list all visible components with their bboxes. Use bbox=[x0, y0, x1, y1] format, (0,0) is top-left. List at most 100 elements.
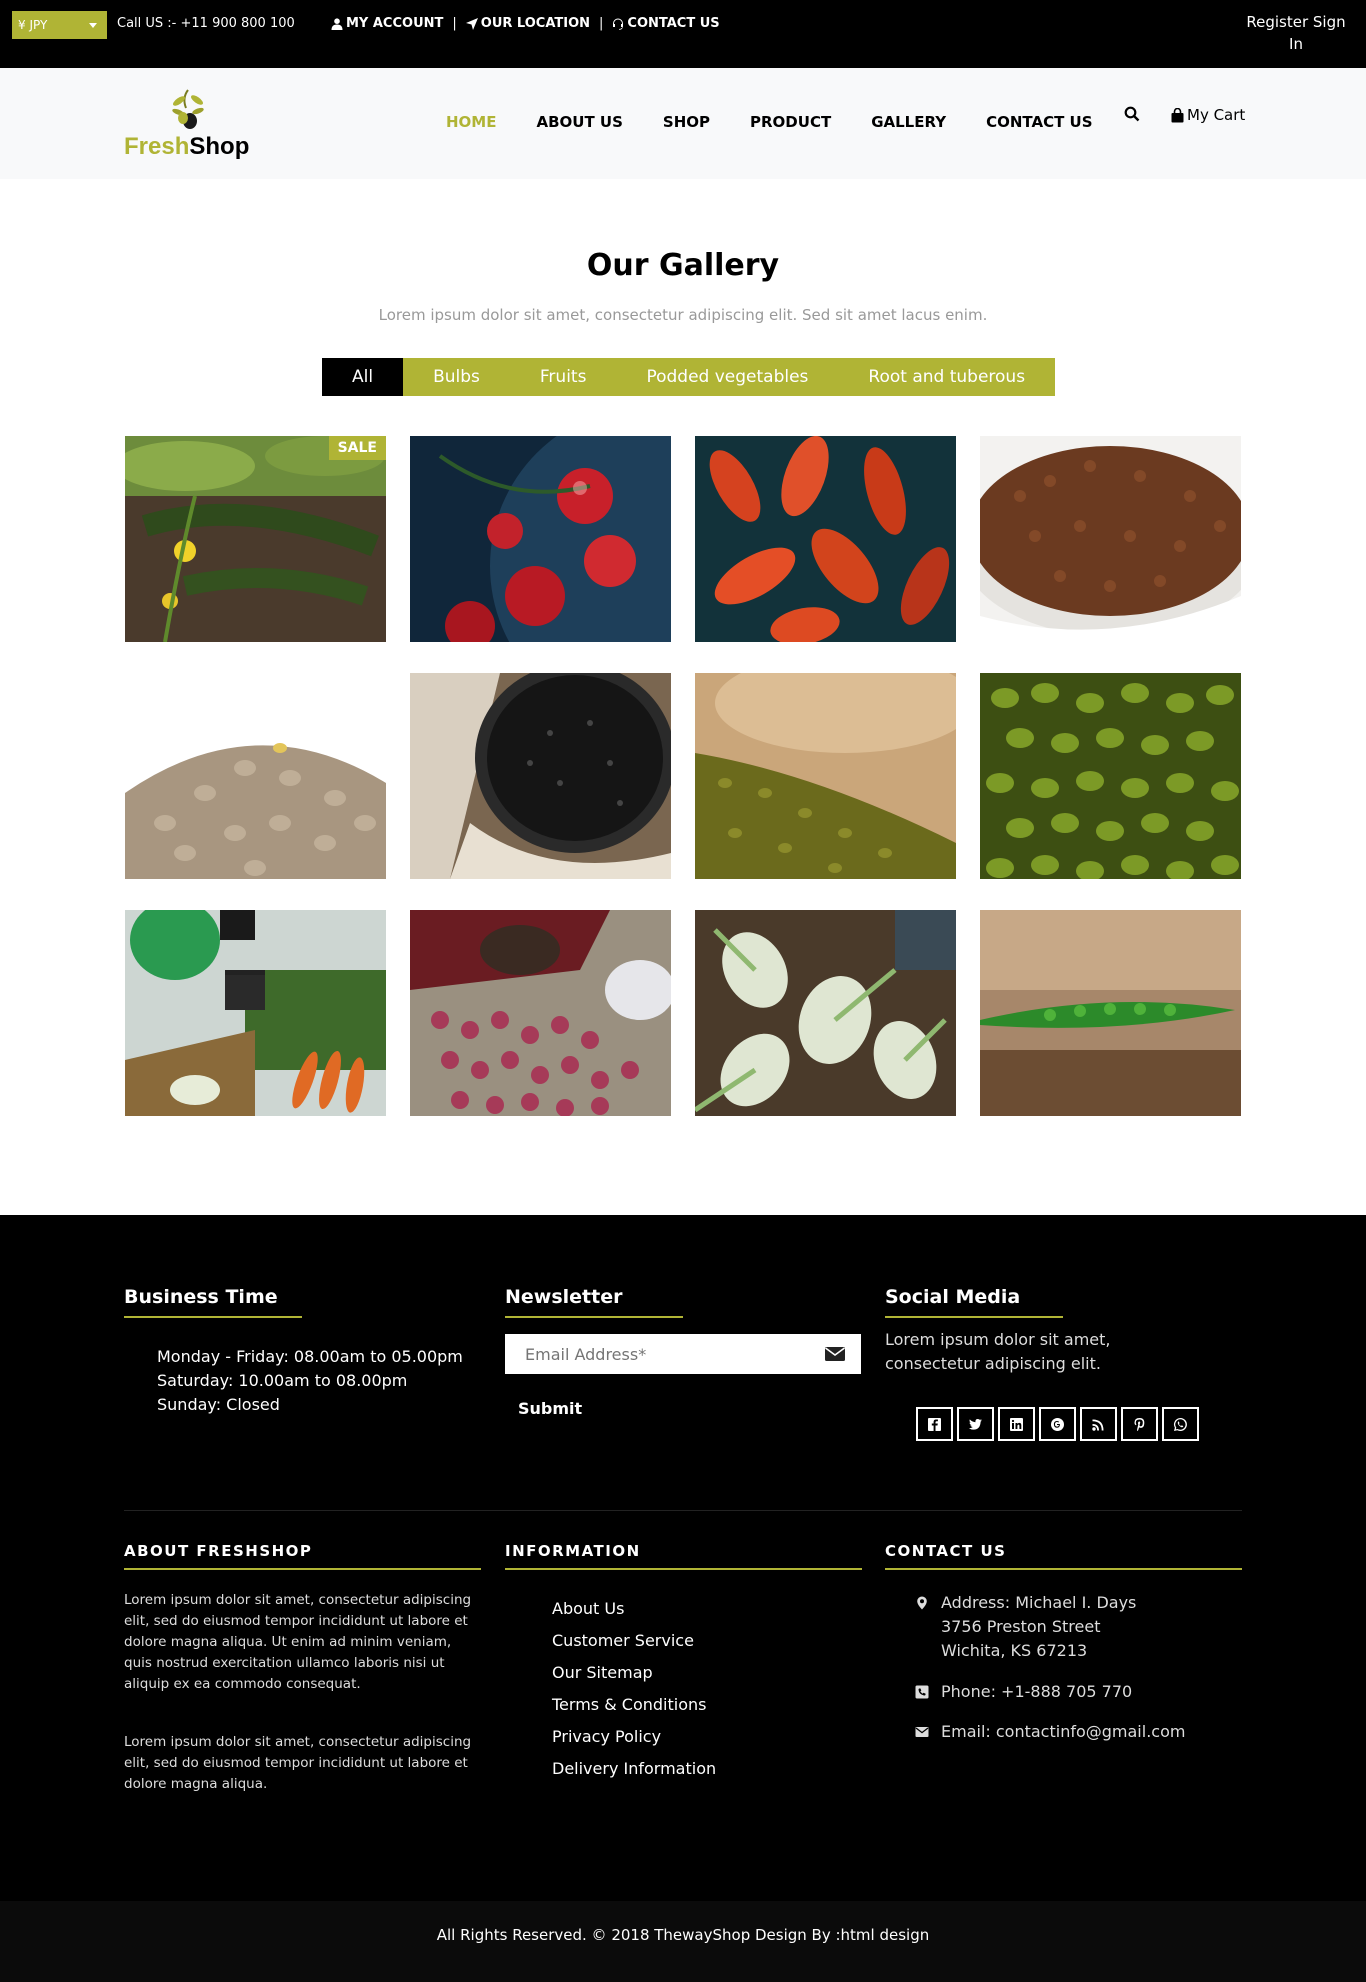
nav-home[interactable]: HOME bbox=[446, 113, 496, 131]
rss-icon[interactable] bbox=[1080, 1407, 1117, 1441]
nav-about-us[interactable]: ABOUT US bbox=[536, 113, 622, 131]
gallery-image-market-vegetables[interactable] bbox=[125, 910, 386, 1116]
search-icon[interactable] bbox=[1124, 106, 1140, 122]
my-account-link[interactable]: MY ACCOUNT bbox=[331, 16, 443, 31]
newsletter-form bbox=[505, 1334, 861, 1374]
logo-fresh: Fresh bbox=[124, 133, 190, 160]
gallery-subtitle: Lorem ipsum dolor sit amet, consectetur … bbox=[378, 306, 988, 324]
our-location-label: OUR LOCATION bbox=[480, 16, 591, 31]
gallery-image-pea-pod[interactable] bbox=[980, 910, 1241, 1116]
location-arrow-icon bbox=[465, 17, 478, 30]
logo-wordmark: FreshShop bbox=[124, 133, 249, 161]
contact-email-text[interactable]: Email: contactinfo@gmail.com bbox=[941, 1720, 1185, 1744]
business-time-title: Business Time bbox=[124, 1286, 302, 1318]
hours-saturday: Saturday: 10.00am to 08.00pm bbox=[157, 1371, 408, 1390]
social-media-text: Lorem ipsum dolor sit amet, consectetur … bbox=[885, 1330, 1111, 1373]
gallery-filters: All Bulbs Fruits Podded vegetables Root … bbox=[322, 358, 1056, 396]
information-title: INFORMATION bbox=[505, 1542, 862, 1570]
logo[interactable]: FreshShop bbox=[124, 88, 254, 166]
nav-gallery[interactable]: GALLERY bbox=[871, 113, 946, 131]
footer-divider bbox=[124, 1510, 1242, 1511]
info-link-our-sitemap[interactable]: Our Sitemap bbox=[552, 1657, 716, 1689]
contact-address: Address: Michael I. Days 3756 Preston St… bbox=[915, 1591, 1145, 1663]
currency-value: ¥ JPY bbox=[18, 18, 48, 32]
nav-product[interactable]: PRODUCT bbox=[750, 113, 831, 131]
footer: Business Time Monday - Friday: 08.00am t… bbox=[0, 1215, 1366, 1901]
logo-shop: Shop bbox=[189, 133, 250, 160]
gallery-image-black-lentils[interactable] bbox=[410, 673, 671, 879]
my-account-label: MY ACCOUNT bbox=[346, 16, 444, 31]
divider: | bbox=[452, 16, 457, 31]
phone-icon bbox=[915, 1685, 929, 1699]
info-link-privacy-policy[interactable]: Privacy Policy bbox=[552, 1721, 716, 1753]
top-bar: ¥ JPY Call US :- +11 900 800 100 MY ACCO… bbox=[0, 0, 1366, 68]
top-links: MY ACCOUNT | OUR LOCATION | CONTACT US bbox=[331, 16, 720, 31]
map-marker-icon bbox=[917, 1596, 927, 1610]
twitter-icon[interactable] bbox=[957, 1407, 994, 1441]
contact-address-text: Address: Michael I. Days 3756 Preston St… bbox=[941, 1593, 1137, 1660]
nav-contact-us[interactable]: CONTACT US bbox=[986, 113, 1092, 131]
my-cart-button[interactable]: My Cart bbox=[1170, 106, 1245, 124]
envelope-icon bbox=[915, 1727, 929, 1737]
filter-all[interactable]: All bbox=[322, 358, 404, 396]
pinterest-icon[interactable] bbox=[1121, 1407, 1158, 1441]
info-link-terms-conditions[interactable]: Terms & Conditions bbox=[552, 1689, 716, 1721]
hours-weekday: Monday - Friday: 08.00am to 05.00pm bbox=[157, 1347, 463, 1366]
call-us-text: Call US :- +11 900 800 100 bbox=[117, 16, 295, 31]
gallery-title: Our Gallery bbox=[586, 248, 780, 283]
copyright-bar: All Rights Reserved. © 2018 ThewayShop D… bbox=[0, 1901, 1366, 1982]
register-sign-in-link[interactable]: Register Sign In bbox=[1240, 11, 1352, 55]
shopping-bag-icon bbox=[1171, 107, 1184, 122]
hours-sunday: Sunday: Closed bbox=[157, 1395, 280, 1414]
gallery-image-mung-beans[interactable] bbox=[980, 673, 1241, 879]
filter-bulbs[interactable]: Bulbs bbox=[403, 358, 510, 396]
information-links: About Us Customer Service Our Sitemap Te… bbox=[552, 1593, 716, 1785]
linkedin-icon[interactable] bbox=[998, 1407, 1035, 1441]
divider: | bbox=[599, 16, 604, 31]
nav-shop[interactable]: SHOP bbox=[663, 113, 710, 131]
main-header: FreshShop HOME ABOUT US SHOP PRODUCT GAL… bbox=[0, 68, 1366, 179]
gallery-image-brown-lentils[interactable] bbox=[980, 436, 1241, 642]
email-input[interactable] bbox=[505, 1334, 805, 1374]
gallery-image-cucumber[interactable]: SALE bbox=[125, 436, 386, 642]
google-plus-icon[interactable] bbox=[1039, 1407, 1076, 1441]
contact-us-top-label: CONTACT US bbox=[627, 16, 720, 31]
filter-fruits[interactable]: Fruits bbox=[510, 358, 617, 396]
business-hours: Monday - Friday: 08.00am to 05.00pm Satu… bbox=[157, 1345, 463, 1417]
info-link-customer-service[interactable]: Customer Service bbox=[552, 1625, 716, 1657]
about-paragraph-1: Lorem ipsum dolor sit amet, consectetur … bbox=[124, 1592, 472, 1692]
caret-down-icon bbox=[89, 23, 97, 28]
envelope-icon[interactable] bbox=[825, 1346, 845, 1362]
social-media-title: Social Media bbox=[885, 1286, 1063, 1318]
about-paragraph-2: Lorem ipsum dolor sit amet, consectetur … bbox=[124, 1734, 472, 1792]
about-freshshop-title: ABOUT FRESHSHOP bbox=[124, 1542, 481, 1570]
contact-email: Email: contactinfo@gmail.com bbox=[915, 1720, 1185, 1744]
contact-us-top-link[interactable]: CONTACT US bbox=[612, 16, 720, 31]
whatsapp-icon[interactable] bbox=[1162, 1407, 1199, 1441]
info-link-about-us[interactable]: About Us bbox=[552, 1593, 716, 1625]
filter-podded-vegetables[interactable]: Podded vegetables bbox=[616, 358, 838, 396]
user-icon bbox=[331, 17, 343, 30]
gallery-image-cherry-tomatoes[interactable] bbox=[410, 436, 671, 642]
submit-button[interactable]: Submit bbox=[518, 1399, 582, 1418]
headset-icon bbox=[613, 18, 624, 30]
gallery-image-fennel[interactable] bbox=[695, 910, 956, 1116]
gallery-image-shallots[interactable] bbox=[410, 910, 671, 1116]
gallery-image-green-lentils[interactable] bbox=[125, 673, 386, 879]
currency-select[interactable]: ¥ JPY bbox=[12, 11, 107, 39]
contact-phone: Phone: +1-888 705 770 bbox=[915, 1680, 1132, 1704]
main-nav: HOME ABOUT US SHOP PRODUCT GALLERY CONTA… bbox=[446, 113, 1133, 131]
social-icons bbox=[916, 1407, 1199, 1441]
my-cart-label: My Cart bbox=[1187, 106, 1246, 124]
our-location-link[interactable]: OUR LOCATION bbox=[465, 16, 591, 31]
gallery-image-red-peppers[interactable] bbox=[695, 436, 956, 642]
contact-us-title: CONTACT US bbox=[885, 1542, 1242, 1570]
contact-phone-text: Phone: +1-888 705 770 bbox=[941, 1682, 1133, 1701]
info-link-delivery-information[interactable]: Delivery Information bbox=[552, 1753, 716, 1785]
newsletter-title: Newsletter bbox=[505, 1286, 683, 1318]
filter-root-and-tuberous[interactable]: Root and tuberous bbox=[838, 358, 1055, 396]
sale-badge: SALE bbox=[328, 436, 386, 460]
facebook-icon[interactable] bbox=[916, 1407, 953, 1441]
olive-logo-icon bbox=[172, 89, 204, 129]
gallery-image-mung-bean-heap[interactable] bbox=[695, 673, 956, 879]
